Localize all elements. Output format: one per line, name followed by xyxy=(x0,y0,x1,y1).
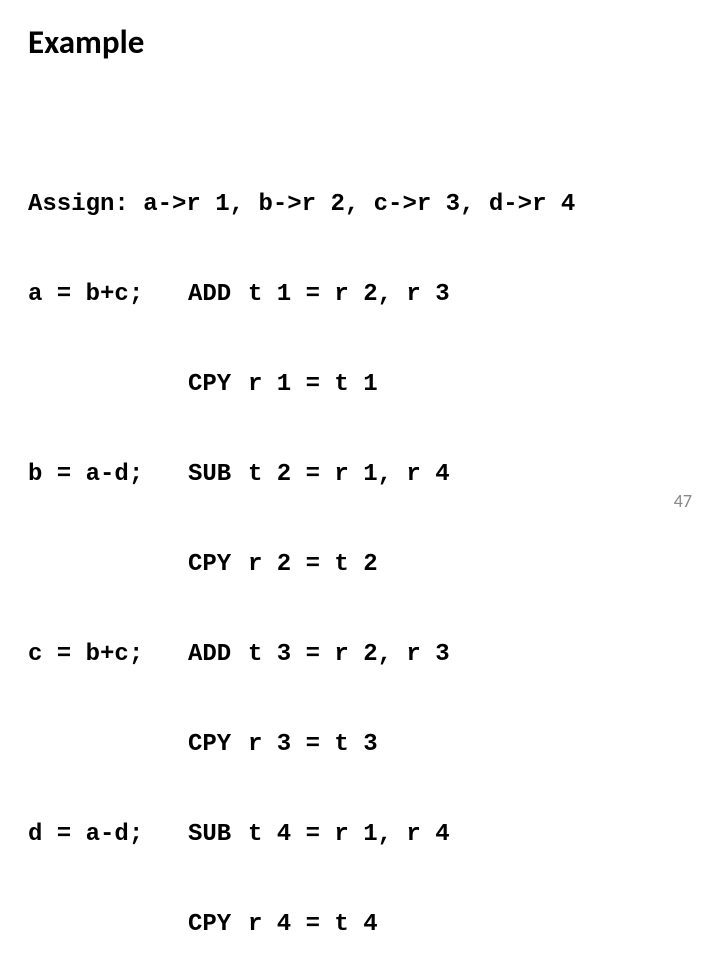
code-row: CPYr 1 = t 1 xyxy=(28,370,575,400)
code-body: Assign: a->r 1, b->r 2, c->r 3, d->r 4 a… xyxy=(28,130,575,970)
code-row: CPYr 3 = t 3 xyxy=(28,730,575,760)
page-number: 47 xyxy=(674,490,692,512)
assign-line: Assign: a->r 1, b->r 2, c->r 3, d->r 4 xyxy=(28,190,575,220)
code-row: CPYr 2 = t 2 xyxy=(28,550,575,580)
code-row: d = a-d;SUBt 4 = r 1, r 4 xyxy=(28,820,575,850)
code-row: c = b+c;ADDt 3 = r 2, r 3 xyxy=(28,640,575,670)
code-row: b = a-d;SUBt 2 = r 1, r 4 xyxy=(28,460,575,490)
code-row: a = b+c;ADDt 1 = r 2, r 3 xyxy=(28,280,575,310)
code-row: CPYr 4 = t 4 xyxy=(28,910,575,940)
slide-title: Example xyxy=(28,22,144,62)
